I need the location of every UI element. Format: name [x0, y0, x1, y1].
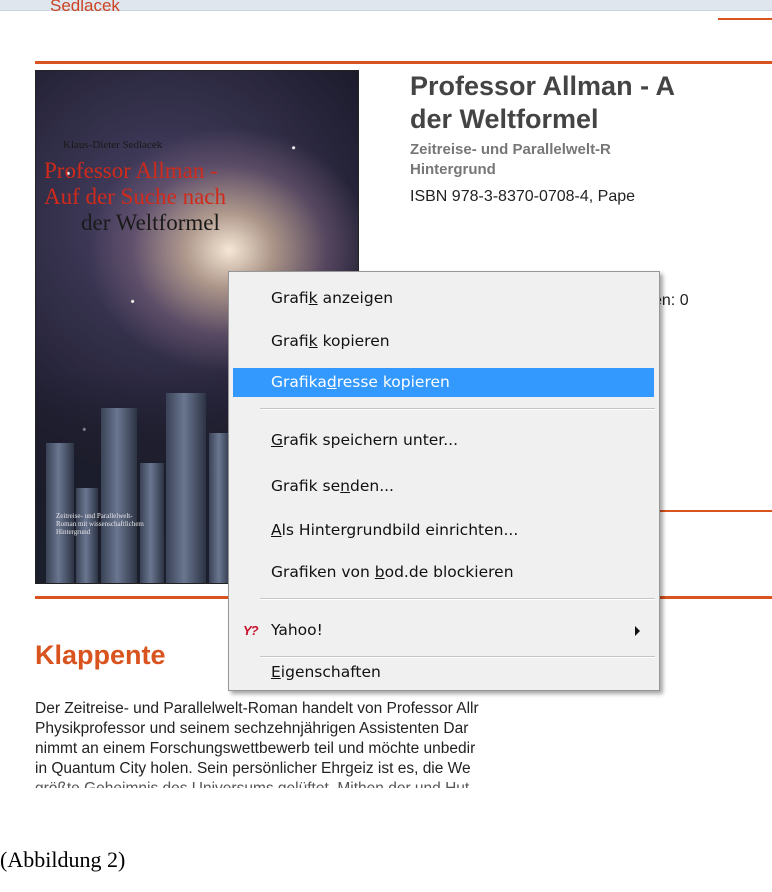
section-heading: Klappente: [35, 640, 166, 670]
author-link[interactable]: Sedlacek: [50, 0, 120, 12]
book-subtitle-line2: Hintergrund: [410, 161, 496, 178]
menu-item-grafik-kopieren[interactable]: Grafik kopieren: [233, 327, 654, 356]
body-line: in Quantum City holen. Sein persönlicher…: [35, 760, 471, 777]
book-title-line1: Professor Allman - A: [410, 71, 676, 101]
menu-item-grafiken-blockieren[interactable]: Grafiken von bod.de blockieren: [233, 558, 654, 587]
cover-author: Klaus-Dieter Sedlacek: [63, 139, 163, 151]
top-divider-right: [718, 18, 772, 20]
book-title-line2: der Weltformel: [410, 104, 599, 134]
book-title: Professor Allman - A der Weltformel: [410, 70, 675, 136]
body-line: Physikprofessor und seinem sechzehnjähri…: [35, 720, 469, 737]
menu-item-grafik-senden[interactable]: Grafik senden...: [233, 472, 654, 501]
menu-item-grafikadresse-kopieren[interactable]: Grafikadresse kopieren: [233, 368, 654, 397]
figure-caption: (Abbildung 2): [0, 847, 126, 872]
cover-title-line3: der Weltformel: [81, 210, 220, 235]
body-text: Der Zeitreise- und Parallelwelt-Roman ha…: [35, 699, 772, 788]
divider-middle: [655, 510, 772, 512]
cover-small-text: Zeitreise- und Parallelwelt-Roman mit wi…: [56, 512, 144, 536]
body-line: Der Zeitreise- und Parallelwelt-Roman ha…: [35, 700, 479, 717]
divider-top: [35, 61, 772, 64]
cover-title-line2: Auf der Suche nach: [44, 184, 227, 209]
context-menu: Grafik anzeigen Grafik kopieren Grafikad…: [228, 271, 660, 691]
yahoo-icon: Y?: [243, 623, 259, 638]
menu-item-grafik-anzeigen[interactable]: Grafik anzeigen: [233, 284, 654, 313]
book-subtitle-line1: Zeitreise- und Parallelwelt-R: [410, 141, 611, 158]
body-line: größte Geheimnis des Universums gelüftet…: [35, 779, 772, 788]
menu-item-grafik-speichern[interactable]: Grafik speichern unter...: [233, 426, 654, 455]
menu-item-yahoo[interactable]: Y? Yahoo!: [233, 616, 654, 645]
menu-separator: [260, 408, 655, 410]
menu-item-eigenschaften[interactable]: Eigenschaften: [233, 658, 654, 687]
menu-separator: [260, 598, 655, 600]
menu-item-hintergrundbild[interactable]: Als Hintergrundbild einrichten...: [233, 516, 654, 545]
body-line: nimmt an einem Forschungswettbewerb teil…: [35, 740, 476, 757]
isbn-text: ISBN 978-3-8370-0708-4, Pape: [410, 188, 636, 205]
book-subtitle: Zeitreise- und Parallelwelt-R Hintergrun…: [410, 140, 611, 180]
submenu-arrow-icon: [635, 626, 640, 636]
cover-title-line1: Professor Allman -: [44, 158, 218, 183]
